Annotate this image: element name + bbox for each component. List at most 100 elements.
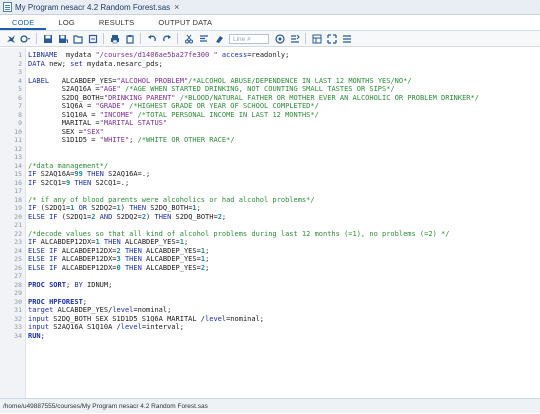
code-line[interactable]: 8 S1Q10A = "INCOME" /*TOTAL PERSONAL INC…	[0, 111, 540, 120]
code-line[interactable]: 33 input S2AQ16A S1Q10A /level=interval;	[0, 323, 540, 332]
code-text: ELSE IF ALCABDEP12DX=2 THEN ALCABDEP_YES…	[28, 247, 209, 256]
cut-icon[interactable]	[183, 33, 194, 44]
code-token: OR	[74, 204, 88, 212]
close-tab-icon[interactable]: ×	[174, 0, 179, 14]
code-token: ALCABDEP_YES=	[141, 246, 201, 255]
print-icon[interactable]	[109, 33, 120, 44]
clear-icon[interactable]	[213, 33, 224, 44]
go-to-line-icon[interactable]	[274, 33, 285, 44]
code-editor[interactable]: 1 LIBNAME mydata "/courses/d1406ae5ba27fe…	[0, 48, 540, 398]
code-line[interactable]: 32 input S2DQ_BOTH SEX S1D1D5 S1Q6A MARIT…	[0, 315, 540, 324]
code-line[interactable]: 30 PROC HPFOREST;	[0, 298, 540, 307]
code-token: set	[70, 59, 83, 68]
snippets-icon[interactable]	[311, 33, 322, 44]
code-line[interactable]: 6 S2DQ_BOTH="DRINKING PARENT" /*BLOOD/NA…	[0, 94, 540, 103]
undo-icon[interactable]	[146, 33, 157, 44]
code-token: S1Q6A =	[28, 102, 96, 110]
code-line[interactable]: 23 IF ALCABDEP12DX=1 THEN ALCABDEP_YES=1;	[0, 238, 540, 247]
code-token: "SEX"	[82, 127, 104, 136]
redo-icon[interactable]	[161, 33, 172, 44]
program-tab-title[interactable]: My Program nesacr 4.2 Random Forest.sas	[15, 3, 170, 12]
code-token: S1Q10A =	[28, 110, 100, 119]
code-line[interactable]: 3	[0, 68, 540, 77]
tab-code[interactable]: CODE	[0, 15, 47, 30]
code-text: S2AQ16A ="AGE" /*AGE WHEN STARTED DRINKI…	[28, 85, 395, 94]
maximize-view-icon[interactable]	[326, 33, 337, 44]
code-token: S2AQ16A=	[36, 170, 75, 178]
code-line[interactable]: 22 /*decode values so that all kind of al…	[0, 230, 540, 239]
code-line[interactable]: 34 RUN;	[0, 332, 540, 341]
code-token: PROC HPFOREST	[28, 297, 83, 306]
code-token: mydata.nesarc_pds;	[82, 59, 163, 68]
export-icon[interactable]	[87, 33, 98, 44]
format-code-icon[interactable]	[198, 33, 209, 44]
code-line[interactable]: 13	[0, 153, 540, 162]
toolbar-separator	[177, 33, 178, 44]
code-token: IDNUM;	[82, 280, 113, 289]
code-line[interactable]: 2 DATA new; set mydata.nesarc_pds;	[0, 60, 540, 69]
code-line[interactable]: 29	[0, 289, 540, 298]
line-number: 4	[18, 76, 22, 85]
save-icon[interactable]	[42, 33, 53, 44]
code-line[interactable]: 15 IF S2AQ16A=99 THEN S2AQ16A=.;	[0, 170, 540, 179]
options-icon[interactable]	[20, 33, 31, 44]
code-token: /*ALCOHOL ABUSE/DEPENDENCE IN LAST 12 MO…	[188, 76, 412, 85]
code-line[interactable]: 28 PROC SORT; BY IDNUM;	[0, 281, 540, 290]
status-bar-path: /home/u49887555/courses/My Program nesac…	[0, 398, 540, 413]
code-token: 99	[74, 170, 83, 178]
code-line[interactable]: 5 S2AQ16A ="AGE" /*AGE WHEN STARTED DRIN…	[0, 85, 540, 94]
code-line[interactable]: 10 SEX ="SEX"	[0, 128, 540, 137]
code-line[interactable]: 18 /* if any of blood parents were alcoho…	[0, 196, 540, 205]
tab-results[interactable]: RESULTS	[87, 15, 146, 30]
code-text: LIBNAME mydata "/courses/d1406ae5ba27fe3…	[28, 51, 289, 60]
code-token: "ALCOHOL PROBLEM"	[116, 76, 189, 85]
code-line[interactable]: 19 IF (S2DQ1=1 OR S2DQ2=1) THEN S2DQ_BOTH…	[0, 204, 540, 213]
code-line[interactable]: 26 ELSE IF ALCABDEP12DX=0 THEN ALCABDEP_Y…	[0, 264, 540, 273]
find-replace-icon[interactable]	[289, 33, 300, 44]
code-text: /*decode values so that all kind of alco…	[28, 230, 449, 239]
code-token: ;	[205, 263, 210, 272]
line-number-input[interactable]: Line #	[229, 33, 269, 44]
code-line[interactable]: 11 S1D1D5 = "WHITE"; /*WHITE OR OTHER RA…	[0, 136, 540, 145]
code-line[interactable]: 9 MARITAL ="MARITAL STATUS"	[0, 119, 540, 128]
code-line[interactable]: 20 ELSE IF (S2DQ1=2 AND S2DQ2=2) THEN S2D…	[0, 213, 540, 222]
code-token: ALCABDEP_YES=	[120, 238, 180, 246]
code-line[interactable]: 1 LIBNAME mydata "/courses/d1406ae5ba27fe…	[0, 51, 540, 60]
open-file-icon[interactable]	[72, 33, 83, 44]
line-number: 12	[14, 144, 22, 153]
code-line[interactable]: 21	[0, 221, 540, 230]
code-line[interactable]: 16 IF S2CQ1=9 THEN S2CQ1=.;	[0, 179, 540, 188]
line-number: 27	[14, 272, 22, 280]
run-icon[interactable]	[5, 33, 16, 44]
code-text: IF ALCABDEP12DX=1 THEN ALCABDEP_YES=1;	[28, 238, 188, 247]
code-line[interactable]: 27	[0, 272, 540, 281]
code-token: S2DQ_BOTH=	[28, 93, 104, 102]
code-token: "MARITAL STATUS"	[99, 119, 168, 127]
code-token: THEN	[82, 170, 104, 178]
tab-log[interactable]: LOG	[46, 15, 86, 30]
code-line[interactable]: 12	[0, 145, 540, 154]
code-token: /*decode values so that all kind of alco…	[28, 229, 450, 238]
paste-icon[interactable]	[124, 33, 135, 44]
code-token: RUN	[28, 331, 41, 340]
code-token: THEN	[120, 255, 142, 263]
code-token: S2DQ2=	[112, 212, 142, 221]
tab-output-data[interactable]: OUTPUT DATA	[146, 15, 224, 30]
code-token: ;	[205, 255, 210, 263]
code-token: BY	[74, 280, 83, 289]
code-token: PROC SORT	[28, 280, 66, 289]
code-line[interactable]: 24 ELSE IF ALCABDEP12DX=2 THEN ALCABDEP_Y…	[0, 247, 540, 256]
code-line[interactable]: 7 S1Q6A = "GRADE" /*HIGHEST GRADE OR YEA…	[0, 102, 540, 111]
code-token: THEN	[120, 263, 142, 272]
code-line[interactable]: 14 /*data management*/	[0, 162, 540, 171]
code-line[interactable]: 25 ELSE IF ALCABDEP12DX=3 THEN ALCABDEP_Y…	[0, 255, 540, 264]
code-token: level	[112, 306, 134, 314]
split-view-icon[interactable]	[341, 33, 352, 44]
save-as-icon[interactable]	[57, 33, 68, 44]
code-line[interactable]: 17	[0, 187, 540, 196]
code-line[interactable]: 31 target ALCABDEP_YES/level=nominal;	[0, 306, 540, 315]
code-line[interactable]: 4 LABEL ALCABDEP_YES="ALCOHOL PROBLEM"/*A…	[0, 77, 540, 86]
code-token: "/courses/d1406ae5ba27fe300 "	[95, 51, 218, 59]
code-token: (S2DQ1=	[57, 212, 92, 221]
code-text: IF (S2DQ1=1 OR S2DQ2=1) THEN S2DQ_BOTH=1…	[28, 204, 201, 213]
